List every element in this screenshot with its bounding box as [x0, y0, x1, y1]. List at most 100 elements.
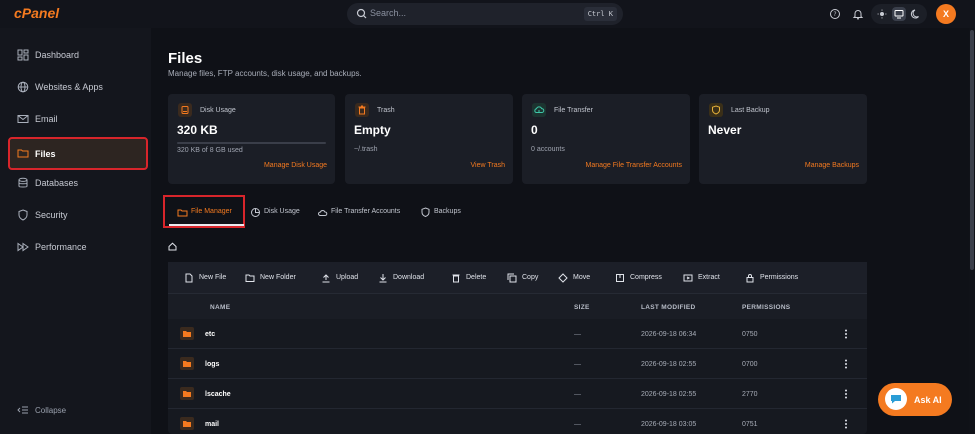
dashboard-icon — [17, 49, 29, 61]
table-row[interactable]: mail — 2026-09-18 03:05 0751 — [168, 409, 867, 434]
more-options-icon[interactable] — [843, 358, 849, 370]
column-header-modified[interactable]: LAST MODIFIED — [641, 304, 695, 311]
home-icon[interactable] — [168, 242, 177, 251]
scrollbar-thumb[interactable] — [970, 30, 974, 270]
avatar[interactable]: X — [936, 4, 956, 24]
copy-icon — [507, 273, 517, 283]
tab-file-manager[interactable]: File Manager — [177, 201, 247, 225]
manage-file-transfer-accounts-link[interactable]: Manage File Transfer Accounts — [586, 162, 683, 169]
file-name: logs — [205, 361, 220, 368]
ask-ai-button[interactable]: Ask AI — [878, 383, 952, 416]
tool-label: Download — [393, 274, 425, 281]
backup-icon — [709, 103, 723, 117]
sidebar-item-performance[interactable]: Performance — [8, 233, 147, 263]
collapse-label: Collapse — [35, 406, 67, 415]
pie-chart-icon — [251, 208, 260, 217]
bell-icon[interactable] — [851, 7, 865, 21]
more-options-icon[interactable] — [843, 418, 849, 430]
sidebar-item-dashboard[interactable]: Dashboard — [8, 41, 147, 71]
sidebar-item-label: Dashboard — [35, 50, 80, 60]
sidebar-item-websites-apps[interactable]: Websites & Apps — [8, 73, 147, 103]
tab-label: Disk Usage — [264, 208, 300, 215]
help-icon[interactable]: ? — [828, 7, 842, 21]
tool-label: Move — [573, 274, 591, 281]
file-size: — — [574, 391, 581, 398]
sidebar-item-email[interactable]: Email — [8, 105, 147, 135]
folder-icon — [180, 357, 194, 370]
search-placeholder: Search... — [370, 8, 407, 18]
card-title: File Transfer — [554, 107, 593, 114]
sidebar-item-security[interactable]: Security — [8, 201, 147, 231]
svg-text:?: ? — [833, 11, 836, 18]
tab-backups[interactable]: Backups — [420, 201, 470, 225]
file-permissions: 0751 — [742, 421, 758, 428]
file-name: etc — [205, 331, 216, 338]
top-bar: cPanel Search... Ctrl K ? X — [0, 0, 975, 28]
collapse-icon — [17, 406, 28, 414]
download-icon — [379, 274, 387, 283]
sidebar-item-files[interactable]: Files — [8, 137, 148, 170]
active-tab-underline — [169, 224, 244, 226]
table-row[interactable]: lscache — 2026-09-18 02:55 2770 — [168, 379, 867, 409]
page-subtitle: Manage files, FTP accounts, disk usage, … — [168, 69, 362, 78]
tabs: File Manager Disk Usage File Transfer Ac… — [168, 201, 868, 226]
manage-backups-link[interactable]: Manage Backups — [805, 162, 859, 169]
file-modified: 2026-09-18 06:34 — [641, 331, 697, 338]
card-title: Trash — [377, 107, 395, 114]
page-scrollbar[interactable] — [969, 28, 975, 434]
view-trash-link[interactable]: View Trash — [471, 162, 506, 169]
manage-disk-usage-link[interactable]: Manage Disk Usage — [264, 162, 327, 169]
card-sub: ~/.trash — [354, 146, 378, 153]
disk-icon — [178, 103, 192, 117]
page-title: Files — [168, 50, 203, 67]
column-header-size[interactable]: SIZE — [574, 304, 590, 311]
sidebar-item-databases[interactable]: Databases — [8, 169, 147, 199]
file-size: — — [574, 361, 581, 368]
card-value: Empty — [354, 123, 391, 137]
shield-icon — [18, 209, 28, 221]
trash-icon — [452, 274, 460, 283]
card-sub: 320 KB of 8 GB used — [177, 147, 243, 154]
sun-icon[interactable] — [875, 7, 889, 21]
tool-label: Copy — [522, 274, 539, 281]
moon-icon[interactable] — [909, 7, 923, 21]
file-permissions: 0750 — [742, 331, 758, 338]
column-header-name[interactable]: NAME — [210, 304, 230, 311]
tab-file-transfer-accounts[interactable]: File Transfer Accounts — [317, 201, 412, 225]
tool-label: Permissions — [760, 274, 799, 281]
upload-icon — [322, 274, 330, 283]
table-row[interactable]: etc — 2026-09-18 06:34 0750 — [168, 319, 867, 349]
cpanel-logo[interactable]: cPanel — [14, 5, 59, 21]
folder-icon — [17, 149, 29, 158]
last-backup-card: Last Backup Never Manage Backups — [699, 94, 867, 184]
trash-card: Trash Empty ~/.trash View Trash — [345, 94, 513, 184]
collapse-button[interactable]: Collapse — [8, 402, 108, 420]
file-permissions: 0700 — [742, 361, 758, 368]
tool-label: Extract — [698, 274, 720, 281]
tool-label: New Folder — [260, 274, 296, 281]
sidebar-item-label: Files — [35, 149, 56, 159]
card-title: Last Backup — [731, 107, 770, 114]
tool-label: Upload — [336, 274, 359, 281]
monitor-icon[interactable] — [892, 7, 906, 21]
sidebar-item-label: Performance — [35, 242, 87, 252]
file-size: — — [574, 331, 581, 338]
file-name: lscache — [205, 391, 231, 398]
file-size: — — [574, 421, 581, 428]
tab-label: File Manager — [191, 208, 232, 215]
file-modified: 2026-09-18 02:55 — [641, 361, 697, 368]
folder-icon — [177, 209, 188, 217]
card-value: Never — [708, 123, 742, 137]
more-options-icon[interactable] — [843, 328, 849, 340]
cloud-icon — [318, 210, 328, 216]
search-icon — [356, 8, 367, 19]
column-header-permissions[interactable]: PERMISSIONS — [742, 304, 790, 311]
search-input[interactable]: Search... Ctrl K — [347, 3, 623, 25]
file-manager: New File New Folder Upload Download Dele… — [168, 262, 867, 434]
tab-disk-usage[interactable]: Disk Usage — [250, 201, 310, 225]
more-options-icon[interactable] — [843, 388, 849, 400]
disk-usage-bar — [177, 142, 326, 144]
tool-label: Delete — [466, 274, 487, 281]
table-row[interactable]: logs — 2026-09-18 02:55 0700 — [168, 349, 867, 379]
tool-label: Compress — [630, 274, 662, 281]
